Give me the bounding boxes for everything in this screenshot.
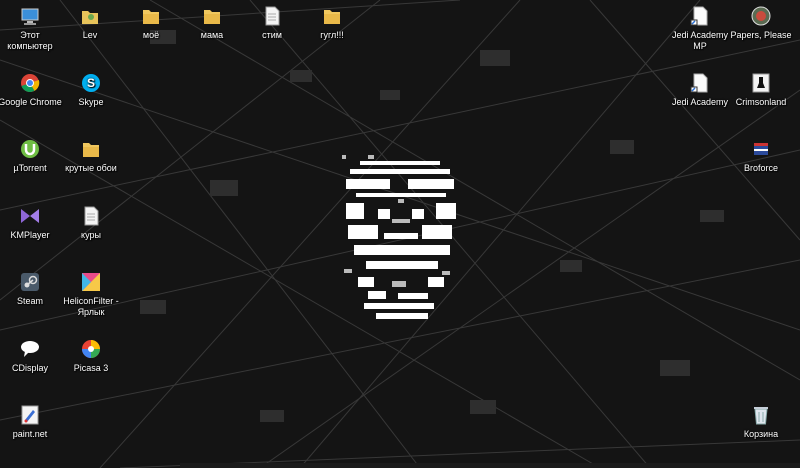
desktop-icon-crimsonland[interactable]: Crimsonland — [726, 72, 796, 108]
icon-label: Lev — [82, 30, 98, 40]
icon-label: моё — [142, 30, 160, 40]
icon-label: Корзина — [743, 429, 779, 439]
icon-label: Skype — [78, 97, 104, 107]
desktop-icon-recycle-bin[interactable]: Корзина — [726, 404, 796, 440]
document-icon — [689, 72, 711, 94]
desktop-icon-moe[interactable]: моё — [116, 5, 186, 41]
icon-label: Jedi Academy MP — [671, 30, 729, 51]
desktop-icon-krutye-oboi[interactable]: крутые обои — [56, 138, 126, 174]
chrome-icon — [19, 72, 41, 94]
taskbar-edge — [180, 463, 800, 468]
icon-label: Crimsonland — [735, 97, 787, 107]
cdisplay-icon — [19, 338, 41, 360]
icon-label: куры — [81, 230, 101, 240]
desktop-icon-heliconfilter[interactable]: HeliconFilter - Ярлык — [56, 271, 126, 318]
desktop-icon-lev[interactable]: Lev — [55, 5, 125, 41]
desktop-icon-jedi-academy-mp[interactable]: Jedi Academy MP — [665, 5, 735, 52]
heliconfilter-icon — [80, 271, 102, 293]
desktop-icon-google[interactable]: гугл!!! — [297, 5, 367, 41]
papers-please-icon — [750, 5, 772, 27]
desktop-icon-paintnet[interactable]: paint.net — [0, 404, 65, 440]
desktop-icon-kury[interactable]: куры — [56, 205, 126, 241]
desktop-icon-skype[interactable]: S Skype — [56, 72, 126, 108]
kmplayer-icon — [19, 205, 41, 227]
icon-label: Jedi Academy — [671, 97, 729, 107]
desktop-icon-jedi-academy[interactable]: Jedi Academy — [665, 72, 735, 108]
wallpaper-ascii-mask — [342, 155, 456, 319]
broforce-icon — [750, 138, 772, 160]
paintnet-icon — [19, 404, 41, 426]
folder-icon — [140, 5, 162, 27]
text-file-icon — [261, 5, 283, 27]
recycle-bin-icon — [750, 404, 772, 426]
icon-label: Papers, Please — [730, 30, 792, 40]
desktop-icon-papers-please[interactable]: Papers, Please — [726, 5, 796, 41]
computer-icon — [19, 5, 41, 27]
picasa-icon — [80, 338, 102, 360]
skype-icon: S — [80, 72, 102, 94]
icon-label: Broforce — [743, 163, 778, 173]
crimsonland-icon — [750, 72, 772, 94]
icon-label: HeliconFilter - Ярлык — [63, 296, 119, 317]
text-file-icon — [80, 205, 102, 227]
document-icon — [689, 5, 711, 27]
svg-text:S: S — [87, 76, 95, 90]
folder-icon — [321, 5, 343, 27]
folder-icon — [201, 5, 223, 27]
utorrent-icon — [19, 138, 41, 160]
icon-label: гугл!!! — [320, 30, 344, 40]
desktop-icon-broforce[interactable]: Broforce — [726, 138, 796, 174]
icon-label: Picasa 3 — [73, 363, 109, 373]
icon-label: paint.net — [12, 429, 48, 439]
steam-icon — [19, 271, 41, 293]
user-folder-icon — [79, 5, 101, 27]
folder-icon — [80, 138, 102, 160]
icon-label: крутые обои — [65, 163, 117, 173]
desktop-icon-picasa[interactable]: Picasa 3 — [56, 338, 126, 374]
desktop-wallpaper[interactable]: Этот компьютер Lev моё мама стим гугл!!! — [0, 0, 800, 468]
